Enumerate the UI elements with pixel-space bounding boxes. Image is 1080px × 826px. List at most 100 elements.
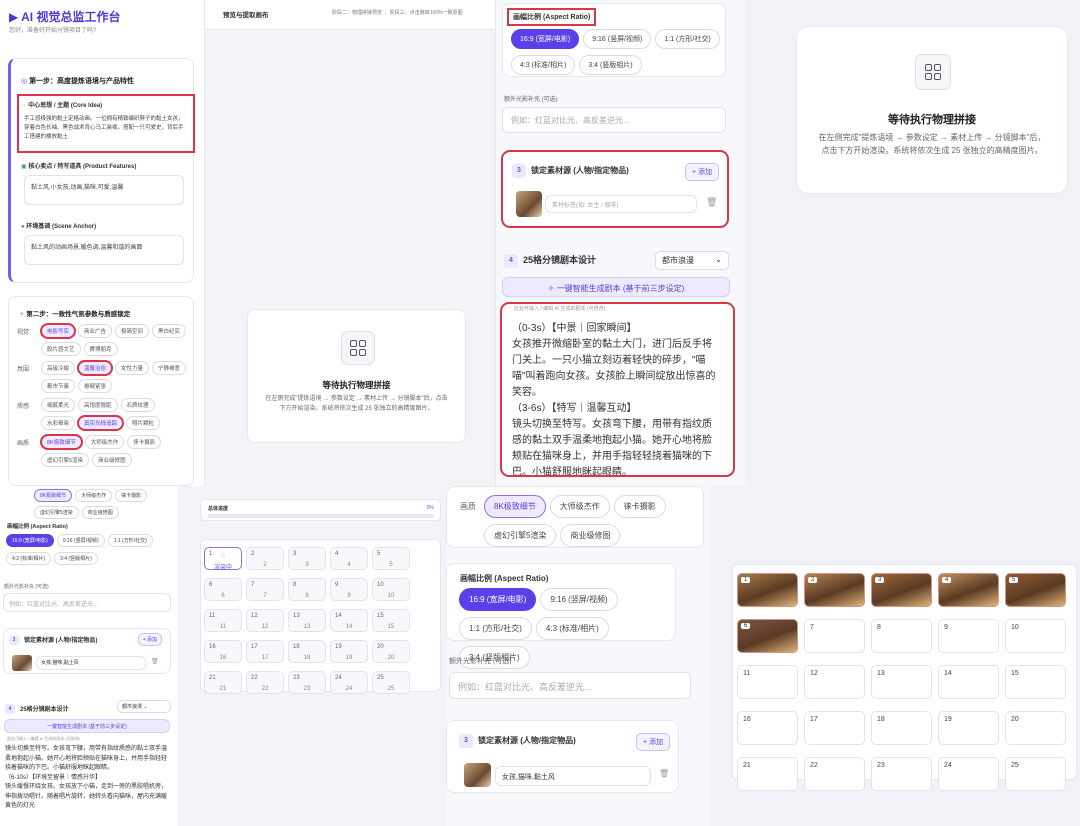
pending-frame[interactable]: 17: [804, 711, 865, 745]
storyboard-cell[interactable]: 99: [330, 578, 368, 601]
pending-frame[interactable]: 10: [1005, 619, 1066, 653]
storyboard-cell[interactable]: 11 11: [204, 609, 242, 632]
pending-frame[interactable]: 7: [804, 619, 865, 653]
storyboard-cell[interactable]: 15 15: [372, 609, 410, 632]
storyboard-cell[interactable]: 13 13: [288, 609, 326, 632]
param-chip[interactable]: 赛博朋克: [83, 342, 118, 356]
quality-chip[interactable]: 商业级修图: [81, 506, 119, 519]
param-chip[interactable]: 大师级杰作: [84, 435, 125, 449]
storyboard-cell[interactable]: 33: [288, 547, 326, 570]
quality-chip[interactable]: 大师级杰作: [75, 489, 113, 502]
quality-chip[interactable]: 8K极致细节: [34, 489, 73, 502]
param-chip[interactable]: 商业级修图: [92, 453, 132, 467]
param-chip[interactable]: 水彩晕染: [41, 416, 76, 430]
aspect-option[interactable]: 1:1 (方形/社交): [107, 534, 153, 547]
storyboard-cell[interactable]: 21 21: [204, 671, 242, 694]
param-chip[interactable]: 女性力量: [115, 361, 150, 375]
storyboard-cell[interactable]: 22 22: [246, 671, 284, 694]
storyboard-cell[interactable]: 55: [372, 547, 410, 570]
storyboard-cell[interactable]: 12 12: [246, 609, 284, 632]
storyboard-cell[interactable]: 14 14: [330, 609, 368, 632]
pending-frame[interactable]: 14: [938, 665, 999, 699]
pending-frame[interactable]: 8: [871, 619, 932, 653]
pending-frame[interactable]: 20: [1005, 711, 1066, 745]
rendered-frame[interactable]: 4: [938, 573, 999, 607]
storyboard-cell[interactable]: 44: [330, 547, 368, 570]
pending-frame[interactable]: 19: [938, 711, 999, 745]
pending-frame[interactable]: 9: [938, 619, 999, 653]
asset-tag-g[interactable]: 女孩,猫咪,黏土风: [495, 766, 651, 786]
rendered-frame[interactable]: 1: [737, 573, 798, 607]
param-chip[interactable]: 照片颗粒: [126, 416, 161, 430]
style-select[interactable]: 都市浪漫 ⌄: [655, 251, 729, 270]
storyboard-cell[interactable]: 77: [246, 578, 284, 601]
pending-frame[interactable]: 24: [938, 757, 999, 791]
param-chip[interactable]: 都市节奏: [41, 379, 76, 393]
script-editor-bl[interactable]: 镜头切换至特写。女孩弯下腰，用带有指纹质感的黏土双手温柔地抱起小猫。她开心地将脸…: [5, 745, 170, 812]
trash-icon-bl[interactable]: 🗑: [151, 658, 159, 665]
trash-icon[interactable]: 🗑: [706, 197, 717, 208]
quality-chip[interactable]: 8K极致细节: [484, 495, 546, 518]
aspect-option[interactable]: 9:16 (竖屏/视频): [56, 534, 105, 547]
storyboard-cell[interactable]: 18 18: [288, 640, 326, 663]
pending-frame[interactable]: 22: [804, 757, 865, 791]
aspect-option[interactable]: 9:16 (竖屏/视频): [540, 588, 618, 611]
storyboard-cell[interactable]: 10 10: [372, 578, 410, 601]
core-idea-textarea[interactable]: 手工感极强的黏土定格动画。一位拥有精致编织胖子的黏土女孩，穿着白色长袖、黑色战术…: [24, 115, 188, 145]
storyboard-cell[interactable]: 17 17: [246, 640, 284, 663]
storyboard-cell[interactable]: 24 24: [330, 671, 368, 694]
aspect-option[interactable]: 4:3 (标准/相片): [535, 617, 609, 640]
param-chip[interactable]: 商业广告: [78, 324, 113, 338]
light-input-bl[interactable]: 例如：红蓝对比光、高反差逆光...: [3, 593, 171, 612]
aspect-option[interactable]: 4:3 (标准/相片): [511, 55, 576, 75]
storyboard-cell[interactable]: 19 19: [330, 640, 368, 663]
scene-input[interactable]: 黏土风的动画场景,暖色调,温馨和谐的画面: [24, 235, 184, 265]
param-chip[interactable]: 宁静禅意: [152, 361, 187, 375]
features-input[interactable]: 黏土风,小女孩,动画,猫咪,可爱,温馨: [24, 175, 184, 205]
param-chip[interactable]: 徕卡摄影: [127, 435, 162, 449]
pending-frame[interactable]: 23: [871, 757, 932, 791]
storyboard-cell[interactable]: 1 渲染中 ◌: [204, 547, 242, 571]
quality-chip[interactable]: 商业级修图: [560, 524, 621, 547]
pending-frame[interactable]: 18: [871, 711, 932, 745]
aspect-option[interactable]: 1:1 (方形/社交): [655, 29, 720, 49]
light-input-g[interactable]: 例如：红蓝对比光、高反差逆光...: [449, 672, 691, 699]
pending-frame[interactable]: 11: [737, 665, 798, 699]
quality-chip[interactable]: 虚幻引擎5渲染: [484, 524, 557, 547]
param-chip[interactable]: 极简空间: [115, 324, 150, 338]
aspect-option[interactable]: 4:3 (标准/相片): [6, 552, 52, 565]
param-chip[interactable]: 胶片感文艺: [41, 342, 81, 356]
generate-script-button-bl[interactable]: 一键智能生成剧本 (基于前三步设定): [4, 719, 170, 733]
param-chip[interactable]: 虚幻引擎5渲染: [41, 453, 90, 467]
param-chip[interactable]: 真实光线追踪: [77, 415, 125, 431]
param-chip[interactable]: 高饱度微距: [78, 398, 118, 412]
storyboard-cell[interactable]: 66: [204, 578, 242, 601]
aspect-option[interactable]: 3:4 (竖版相片): [579, 55, 642, 75]
generate-script-button[interactable]: ✧ 一键智能生成剧本 (基于前三步设定): [502, 277, 730, 297]
storyboard-cell[interactable]: 16 16: [204, 640, 242, 663]
add-asset-button-bl[interactable]: + 添加: [137, 633, 162, 646]
aspect-option[interactable]: 16:9 (宽屏/电影): [459, 588, 537, 611]
storyboard-cell[interactable]: 20 20: [372, 640, 410, 663]
rendered-frame[interactable]: 2: [804, 573, 865, 607]
param-chip[interactable]: 高级冷峻: [41, 361, 76, 375]
pending-frame[interactable]: 15: [1005, 665, 1066, 699]
aspect-option[interactable]: 16:9 (宽屏/电影): [6, 534, 54, 547]
storyboard-cell[interactable]: 88: [288, 578, 326, 601]
quality-chip[interactable]: 大师级杰作: [549, 495, 610, 518]
trash-icon-g[interactable]: 🗑: [659, 769, 669, 778]
pending-frame[interactable]: 25: [1005, 757, 1066, 791]
param-chip[interactable]: 电影写实: [39, 323, 77, 339]
rendered-frame[interactable]: 6: [737, 619, 798, 653]
script-editor-top[interactable]: 此处可输入 / 编辑 AI 生成的剧本 (可修改) （0-3s）【中景｜回家瞬间…: [500, 302, 735, 477]
param-chip[interactable]: 温馨治愈: [77, 360, 114, 376]
storyboard-cell[interactable]: 23 23: [288, 671, 326, 694]
style-select-bl[interactable]: 都市浪漫 ⌄: [117, 700, 171, 713]
quality-chip[interactable]: 徕卡摄影: [613, 495, 666, 518]
param-chip[interactable]: 悬疑紧张: [78, 379, 113, 393]
param-chip[interactable]: 8K极致细节: [40, 434, 83, 450]
aspect-option[interactable]: 9:16 (竖屏/视频): [583, 29, 652, 49]
rendered-frame[interactable]: 3: [871, 573, 932, 607]
rendered-frame[interactable]: 5: [1005, 573, 1066, 607]
storyboard-cell[interactable]: 22: [246, 547, 284, 570]
